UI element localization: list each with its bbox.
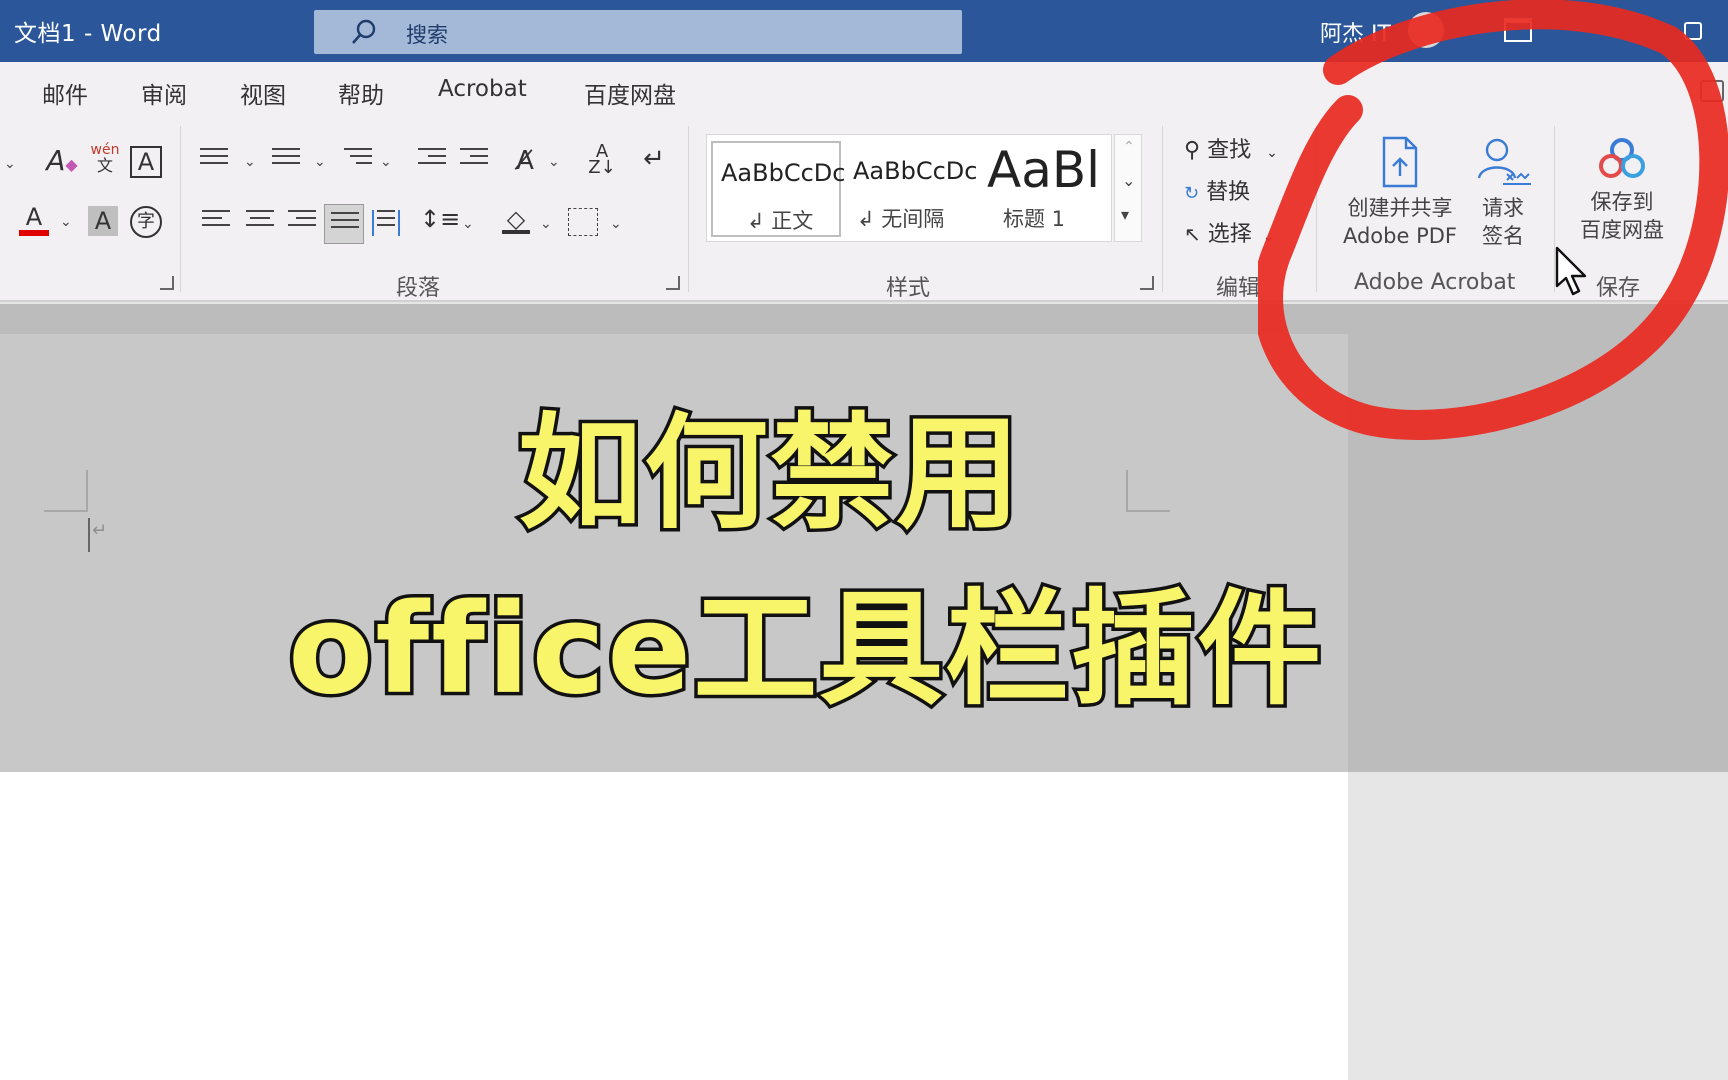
align-left-icon[interactable] bbox=[202, 210, 230, 236]
character-border-icon[interactable]: A bbox=[130, 146, 162, 178]
decrease-indent-icon[interactable] bbox=[418, 148, 446, 174]
phonetic-guide-bottom: 文 bbox=[96, 156, 113, 175]
increase-indent-icon[interactable] bbox=[460, 148, 488, 174]
paragraph-dialog-launcher-icon[interactable] bbox=[666, 276, 680, 290]
tab-baidu-netdisk[interactable]: 百度网盘 bbox=[584, 76, 676, 110]
chevron-down-icon[interactable]: ⌄ bbox=[540, 216, 552, 232]
group-label-editing: 编辑 bbox=[1216, 276, 1261, 301]
select-label: 选择 bbox=[1207, 222, 1252, 247]
font-dialog-launcher-icon[interactable] bbox=[160, 276, 174, 290]
chevron-down-icon[interactable]: ⌄ bbox=[548, 154, 560, 170]
styles-gallery: AaBbCcDc ↲ 正文 AaBbCcDc ↲ 无间隔 AaBl 标题 1 bbox=[706, 134, 1112, 242]
window-title: 文档1 - Word bbox=[14, 21, 162, 47]
tab-view[interactable]: 视图 bbox=[240, 76, 286, 110]
chevron-down-icon[interactable]: ⌄ bbox=[610, 216, 622, 232]
gallery-more-icon[interactable]: ▾ bbox=[1121, 205, 1129, 224]
replace-icon: ↻ bbox=[1184, 183, 1200, 204]
style-name: 标题 1 bbox=[1003, 207, 1066, 231]
shading-bucket-icon[interactable]: ◇ bbox=[500, 204, 532, 234]
distributed-icon[interactable] bbox=[372, 210, 400, 236]
style-preview: AaBl bbox=[987, 141, 1101, 199]
separator bbox=[180, 126, 181, 292]
chevron-down-icon[interactable]: ⌄ bbox=[244, 154, 256, 170]
separator bbox=[688, 126, 689, 292]
search-placeholder: 搜索 bbox=[406, 23, 448, 47]
style-no-spacing[interactable]: AaBbCcDc ↲ 无间隔 bbox=[845, 141, 978, 237]
tab-acrobat[interactable]: Acrobat bbox=[438, 76, 527, 102]
clear-formatting-icon[interactable]: A◆ bbox=[44, 146, 80, 180]
show-hide-marks-icon[interactable]: ↵ bbox=[636, 144, 672, 174]
style-normal[interactable]: AaBbCcDc ↲ 正文 bbox=[711, 141, 845, 237]
headline-line-1: 如何禁用 bbox=[514, 399, 1023, 550]
justify-icon bbox=[331, 212, 359, 238]
line-spacing-icon[interactable]: ↕≡ bbox=[420, 204, 460, 234]
group-label-styles: 样式 bbox=[886, 276, 931, 301]
separator bbox=[1162, 126, 1163, 292]
sort-icon[interactable]: A Z↓ bbox=[584, 143, 620, 177]
shading-swatch bbox=[502, 230, 530, 234]
chevron-down-icon[interactable]: ⌄ bbox=[4, 156, 16, 172]
chevron-down-icon[interactable]: ⌄ bbox=[380, 154, 392, 170]
tab-review[interactable]: 审阅 bbox=[141, 76, 187, 110]
chevron-down-icon[interactable]: ⌄ bbox=[60, 214, 72, 230]
find-icon: ⚲ bbox=[1184, 138, 1201, 163]
search-icon bbox=[352, 19, 376, 44]
font-color-letter: A bbox=[25, 203, 43, 231]
group-label-paragraph: 段落 bbox=[396, 276, 441, 301]
scroll-up-icon[interactable]: ⌃ bbox=[1123, 139, 1135, 155]
style-preview: AaBbCcDc bbox=[721, 159, 846, 187]
chevron-down-icon[interactable]: ⌄ bbox=[314, 154, 326, 170]
character-shading-icon[interactable]: A bbox=[88, 206, 118, 236]
find-label: 查找 bbox=[1207, 138, 1252, 163]
style-heading-1[interactable]: AaBl 标题 1 bbox=[979, 141, 1109, 237]
tab-mailings[interactable]: 邮件 bbox=[42, 76, 88, 110]
replace-label: 替换 bbox=[1206, 180, 1251, 205]
align-right-icon[interactable] bbox=[288, 210, 316, 236]
style-name: ↲ 无间隔 bbox=[857, 207, 945, 231]
replace-button[interactable]: ↻ 替换 bbox=[1184, 174, 1250, 206]
align-center-icon[interactable] bbox=[246, 210, 274, 236]
red-annotation-circle bbox=[1258, 0, 1728, 440]
tab-help[interactable]: 帮助 bbox=[338, 76, 384, 110]
borders-icon[interactable] bbox=[568, 208, 598, 236]
font-color-icon[interactable]: A bbox=[18, 202, 50, 236]
justify-button[interactable] bbox=[324, 204, 364, 244]
multilevel-list-icon[interactable] bbox=[344, 148, 372, 174]
enclose-characters-icon[interactable]: 字 bbox=[130, 206, 162, 238]
style-name: ↲ 正文 bbox=[747, 209, 814, 233]
select-icon: ↖ bbox=[1184, 222, 1201, 246]
search-input[interactable]: 搜索 bbox=[314, 10, 962, 54]
scroll-down-icon[interactable]: ⌄ bbox=[1122, 171, 1135, 190]
numbering-icon[interactable] bbox=[272, 148, 300, 174]
text-direction-icon[interactable]: A̸ bbox=[508, 146, 542, 176]
mouse-pointer-icon bbox=[1555, 246, 1587, 296]
headline-line-2: office工具栏插件 bbox=[284, 575, 1324, 726]
bullets-icon[interactable] bbox=[200, 148, 228, 174]
chevron-down-icon[interactable]: ⌄ bbox=[462, 216, 474, 232]
styles-gallery-scroll: ⌃ ⌄ ▾ bbox=[1114, 134, 1142, 242]
styles-dialog-launcher-icon[interactable] bbox=[1140, 276, 1154, 290]
phonetic-guide-icon[interactable]: wén 文 bbox=[90, 142, 120, 175]
style-preview: AaBbCcDc bbox=[853, 157, 978, 185]
